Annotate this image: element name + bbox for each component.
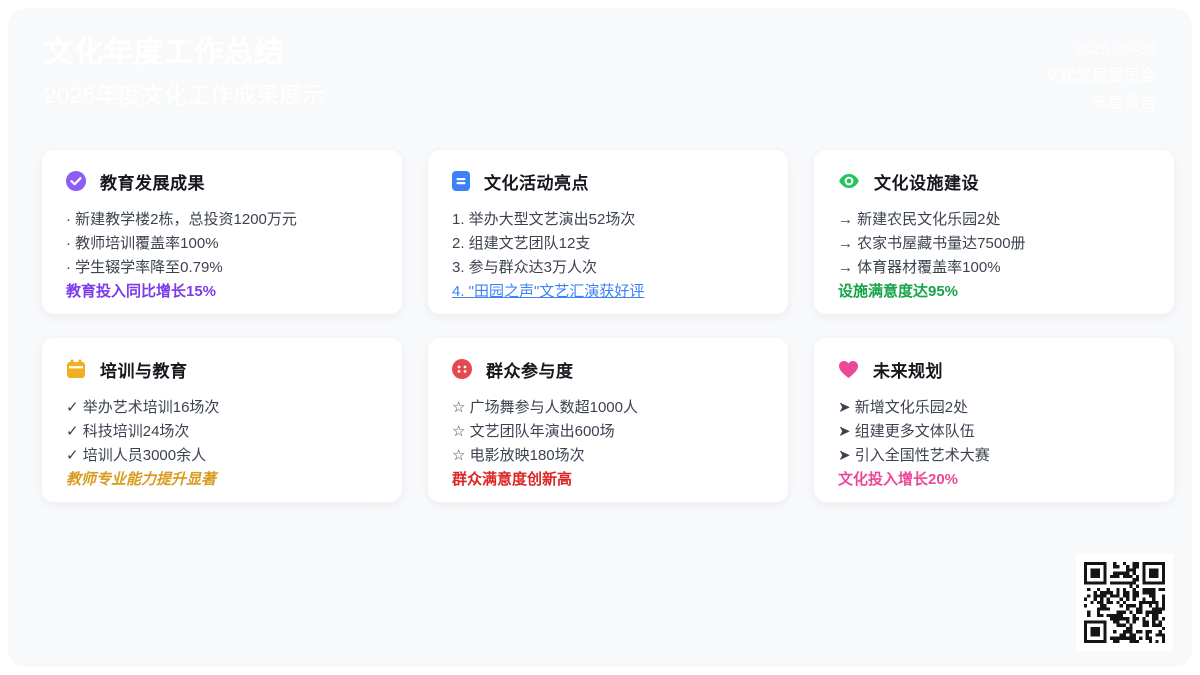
card-title: 文化设施建设: [874, 173, 979, 193]
list-item: · 教师培训覆盖率100%: [66, 235, 219, 252]
card-highlight: 教师专业能力提升显著: [66, 471, 217, 488]
list-item: ✓ 培训人员3000余人: [66, 447, 207, 464]
eye-icon: [838, 171, 860, 191]
header: 文化年度工作总结 2025年度文化工作成果展示: [44, 34, 325, 110]
card-highlight: 群众满意度创新高: [452, 471, 573, 488]
list-item: → 体育器材覆盖率100%: [838, 259, 1001, 276]
dots-circle-icon: [452, 359, 472, 379]
list-item: 1. 举办大型文艺演出52场次: [452, 211, 636, 228]
cards-grid: 教育发展成果 · 新建教学楼2栋，总投资1200万元 · 教师培训覆盖率100%…: [42, 150, 1174, 502]
list-item: 2. 组建文艺团队12支: [452, 235, 591, 252]
report-type: 年度报告: [1091, 95, 1156, 112]
list-item: ☆ 文艺团队年演出600场: [452, 423, 615, 440]
slide-background: 文化年度工作总结 2025年度文化工作成果展示 2025-09-30 文化发展委…: [8, 8, 1192, 667]
page-title: 文化年度工作总结: [44, 37, 285, 69]
card-title: 群众参与度: [486, 361, 574, 381]
page-subtitle: 2025年度文化工作成果展示: [44, 82, 326, 108]
list-item: → 农家书屋藏书量达7500册: [838, 235, 1026, 252]
card-cultural-activities: 文化活动亮点 1. 举办大型文艺演出52场次 2. 组建文艺团队12支 3. 参…: [428, 150, 788, 314]
list-item: ✓ 科技培训24场次: [66, 423, 190, 440]
list-item: ➤ 新增文化乐园2处: [838, 399, 969, 416]
list-item: ➤ 引入全国性艺术大赛: [838, 447, 990, 464]
card-highlight: 设施满意度达95%: [838, 283, 959, 300]
check-circle-icon: [66, 171, 86, 191]
card-education-results: 教育发展成果 · 新建教学楼2栋，总投资1200万元 · 教师培训覆盖率100%…: [42, 150, 402, 314]
document-icon: [452, 171, 470, 191]
card-title: 培训与教育: [100, 361, 188, 381]
card-title: 文化活动亮点: [484, 173, 589, 193]
list-item: ➤ 组建更多文体队伍: [838, 423, 975, 440]
performance-review-link[interactable]: 4. "田园之声"文艺汇演获好评: [452, 280, 644, 304]
header-meta: 2025-09-30 文化发展委员会 年度报告: [1044, 36, 1156, 117]
card-future-plans: 未来规划 ➤ 新增文化乐园2处 ➤ 组建更多文体队伍 ➤ 引入全国性艺术大赛 文…: [814, 338, 1174, 502]
list-item: ✓ 举办艺术培训16场次: [66, 399, 220, 416]
report-org: 文化发展委员会: [1043, 68, 1156, 85]
card-facilities: 文化设施建设 → 新建农民文化乐园2处 → 农家书屋藏书量达7500册 → 体育…: [814, 150, 1174, 314]
qr-code: [1076, 554, 1173, 651]
card-highlight: 文化投入增长20%: [838, 471, 959, 488]
list-item: · 学生辍学率降至0.79%: [66, 259, 223, 276]
card-training-education: 培训与教育 ✓ 举办艺术培训16场次 ✓ 科技培训24场次 ✓ 培训人员3000…: [42, 338, 402, 502]
calendar-icon: [66, 359, 86, 379]
list-item: ☆ 广场舞参与人数超1000人: [452, 399, 638, 416]
card-highlight: 教育投入同比增长15%: [66, 283, 217, 300]
list-item: 4. "田园之声"文艺汇演获好评: [452, 280, 764, 304]
list-item: 3. 参与群众达3万人次: [452, 259, 598, 276]
list-item: → 新建农民文化乐园2处: [838, 211, 1001, 228]
card-title: 教育发展成果: [100, 173, 205, 193]
list-item: ☆ 电影放映180场次: [452, 447, 585, 464]
card-title: 未来规划: [873, 361, 943, 381]
card-participation: 群众参与度 ☆ 广场舞参与人数超1000人 ☆ 文艺团队年演出600场 ☆ 电影…: [428, 338, 788, 502]
heart-icon: [838, 360, 859, 379]
list-item: · 新建教学楼2栋，总投资1200万元: [66, 211, 297, 228]
report-date: 2025-09-30: [1074, 41, 1156, 58]
